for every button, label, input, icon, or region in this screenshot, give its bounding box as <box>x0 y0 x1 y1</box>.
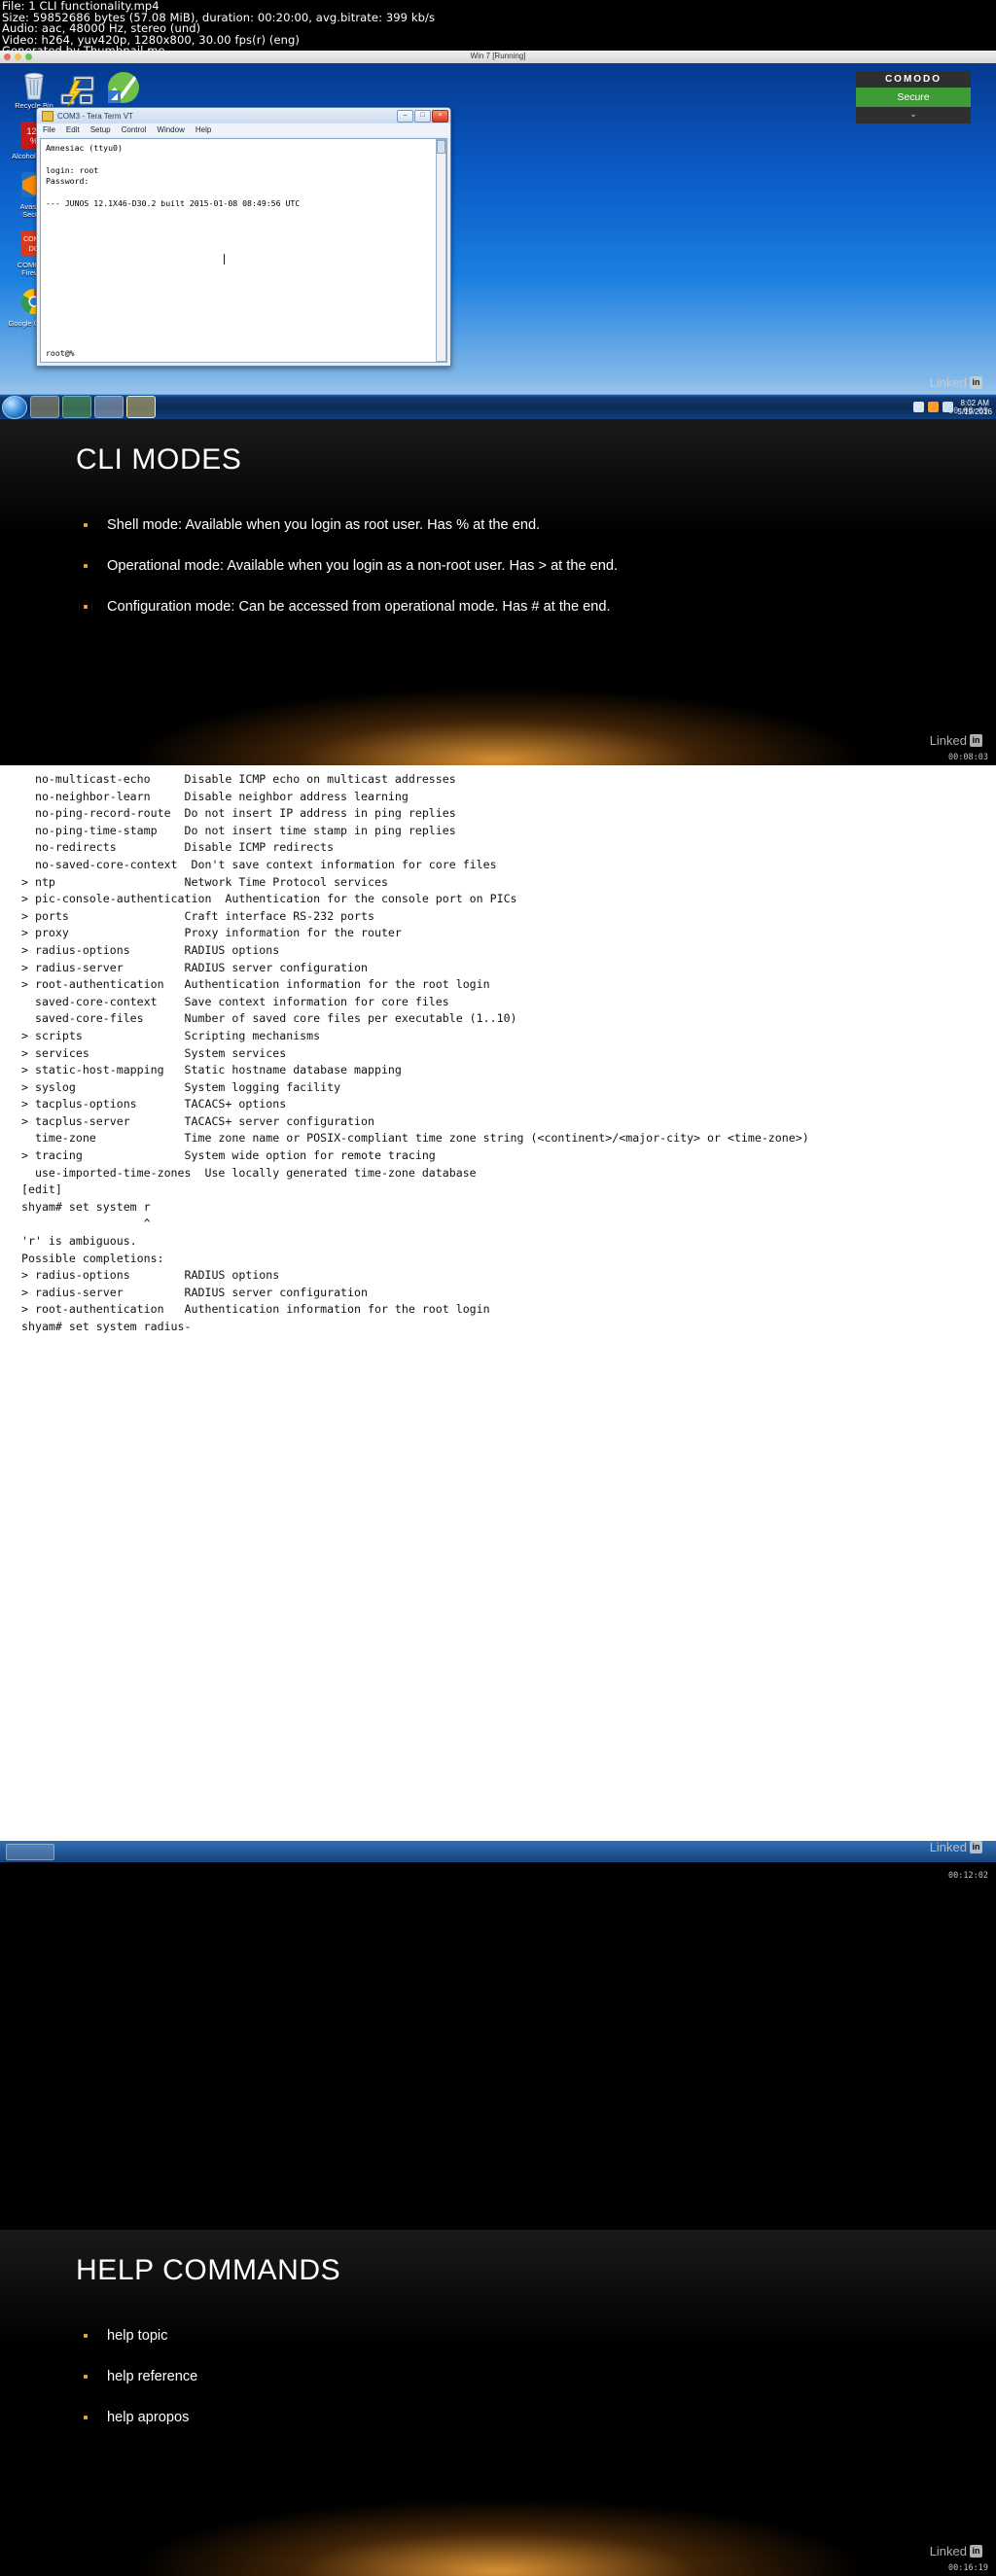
frame-timestamp: 00:08:03 <box>948 753 988 762</box>
tray-icon-shield[interactable] <box>928 402 940 412</box>
tera-term-title: COM3 - Tera Term VT <box>57 111 133 121</box>
terminal-scrollbar[interactable] <box>436 139 446 362</box>
slide-bottom-glow <box>128 2498 868 2576</box>
taskbar-explorer-icon[interactable] <box>30 396 59 418</box>
tera-term-titlebar[interactable]: COM3 - Tera Term VT – □ × <box>37 108 450 124</box>
vm-title-label: Win 7 [Running] <box>470 52 526 60</box>
linkedin-watermark: Linked in <box>930 1840 982 1854</box>
watermark-badge: in <box>970 734 982 747</box>
menu-file[interactable]: File <box>43 125 55 134</box>
taskbar-media-player-icon[interactable] <box>62 396 91 418</box>
chevron-down-icon[interactable]: ⌄ <box>856 107 971 124</box>
menu-setup[interactable]: Setup <box>90 125 111 134</box>
linkedin-watermark: Linked in <box>930 375 982 390</box>
watermark-text: Linked <box>929 375 967 390</box>
video-frame-help-commands: HELP COMMANDS help topic help reference … <box>0 2230 996 2576</box>
start-orb-icon[interactable] <box>2 395 27 419</box>
terminal-prompt: root@% <box>46 348 75 358</box>
comodo-widget[interactable]: COMODO Secure ⌄ <box>856 71 971 124</box>
slide-title: HELP COMMANDS <box>76 2254 341 2286</box>
frame-timestamp: 00:12:02 <box>948 1871 988 1881</box>
linkedin-watermark: Linked in <box>930 733 982 748</box>
slide-bullet: Operational mode: Available when you log… <box>70 546 618 586</box>
slide-title: CLI MODES <box>76 443 242 476</box>
frame-timestamp: 00:08:09 <box>948 406 988 416</box>
thumbnail-sheet: File: 1 CLI functionality.mp4 Size: 5985… <box>0 0 996 2576</box>
linkedin-watermark: Linked in <box>930 2544 982 2558</box>
windows-taskbar[interactable]: 8:02 AM 5/19/2016 <box>0 394 996 419</box>
slide-bottom-glow <box>128 688 868 765</box>
file-metadata-block: File: 1 CLI functionality.mp4 Size: 5985… <box>0 0 996 56</box>
terminal-output-area[interactable]: Amnesiac (ttyu0) login: root Password: -… <box>40 138 447 363</box>
slide-bullet: help reference <box>70 2356 197 2397</box>
slide-bullet: Configuration mode: Can be accessed from… <box>70 586 618 627</box>
minimize-button[interactable]: – <box>397 110 413 123</box>
scrollbar-thumb[interactable] <box>437 140 445 154</box>
terminal-text: Amnesiac (ttyu0) login: root Password: -… <box>46 143 301 209</box>
slide-bullet-list: Shell mode: Available when you login as … <box>70 505 618 627</box>
menu-window[interactable]: Window <box>157 125 184 134</box>
watermark-badge: in <box>970 2545 982 2558</box>
watermark-badge: in <box>970 1841 982 1853</box>
slide-bullet-list: help topic help reference help apropos <box>70 2315 197 2438</box>
slide-bullet: Shell mode: Available when you login as … <box>70 505 618 546</box>
taskbar-tera-term-button[interactable] <box>126 396 156 418</box>
video-frame-cli-modes: CLI MODES Shell mode: Available when you… <box>0 419 996 765</box>
slide-bullet: help topic <box>70 2315 197 2356</box>
maximize-button[interactable]: □ <box>414 110 431 123</box>
watermark-text: Linked <box>929 2544 967 2558</box>
vm-titlebar: Win 7 [Running] <box>0 51 996 64</box>
taskbar-chrome-icon[interactable] <box>94 396 124 418</box>
watermark-badge: in <box>970 376 982 389</box>
taskbar-button[interactable] <box>6 1844 54 1860</box>
desktop-icon-recycle-bin[interactable]: Recycle Bin <box>8 69 60 110</box>
menu-help[interactable]: Help <box>196 125 211 134</box>
watermark-text: Linked <box>929 733 967 748</box>
tera-term-window[interactable]: COM3 - Tera Term VT – □ × File Edit Setu… <box>36 107 451 367</box>
fullscreen-terminal[interactable]: no-multicast-echo Disable ICMP echo on m… <box>0 765 996 1841</box>
virtualbox-window: Win 7 [Running] Recycle Bin 120 % Alcoho… <box>0 51 996 419</box>
text-caret <box>224 254 225 265</box>
slide-bullet: help apropos <box>70 2397 197 2438</box>
terminal-text: no-multicast-echo Disable ICMP echo on m… <box>21 772 809 1333</box>
video-frame-cli-completions: no-multicast-echo Disable ICMP echo on m… <box>0 765 996 1884</box>
close-button[interactable]: × <box>432 110 448 123</box>
windows-desktop: Recycle Bin 120 % Alcohol 120% Avast Int… <box>0 63 996 419</box>
letterbox-bar <box>0 1862 996 1884</box>
menu-edit[interactable]: Edit <box>66 125 80 134</box>
windows-taskbar[interactable] <box>0 1841 996 1862</box>
avast-shield-icon[interactable] <box>102 69 143 110</box>
network-icon[interactable] <box>58 71 99 112</box>
comodo-brand-label: COMODO <box>856 71 971 88</box>
tera-term-icon <box>42 110 53 122</box>
frame-timestamp: 00:16:19 <box>948 2563 988 2573</box>
tera-term-menubar[interactable]: File Edit Setup Control Window Help <box>37 124 450 136</box>
watermark-text: Linked <box>929 1840 967 1854</box>
window-buttons[interactable]: – □ × <box>397 110 448 123</box>
video-frame-desktop: Win 7 [Running] Recycle Bin 120 % Alcoho… <box>0 51 996 419</box>
comodo-status-badge: Secure <box>856 88 971 107</box>
menu-control[interactable]: Control <box>122 125 147 134</box>
tray-icon-network[interactable] <box>913 402 925 412</box>
